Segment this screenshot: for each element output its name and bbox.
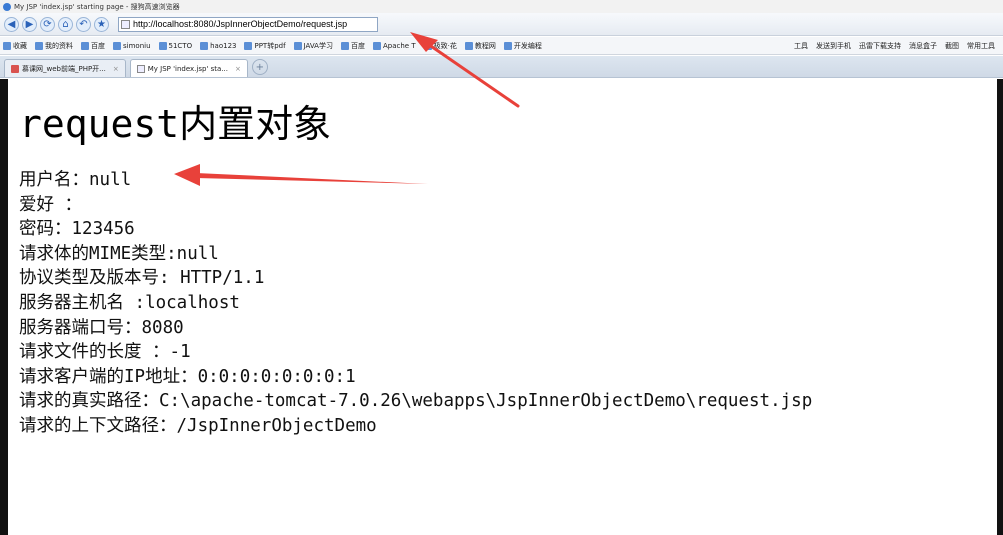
arrow-to-username — [174, 164, 428, 186]
annotation-arrows — [174, 32, 520, 186]
arrow-to-address-bar — [410, 32, 520, 108]
